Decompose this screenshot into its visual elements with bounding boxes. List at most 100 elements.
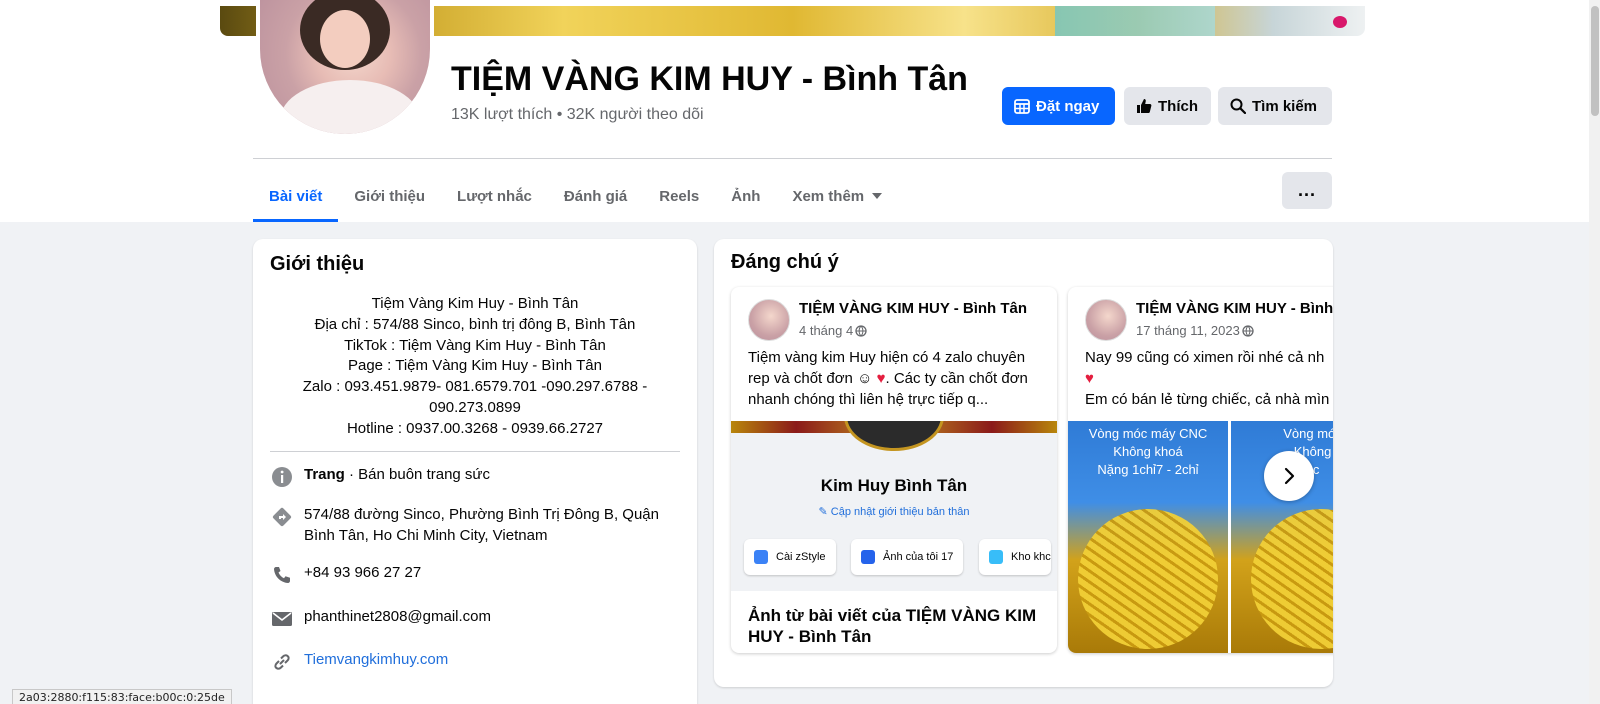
post-avatar[interactable]: [748, 299, 790, 341]
page-tabs: Bài viết Giới thiệu Lượt nhắc Đánh giá R…: [253, 170, 898, 222]
page-title: TIỆM VÀNG KIM HUY - Bình Tân: [451, 60, 968, 98]
link-icon: [270, 650, 294, 674]
search-label: Tìm kiếm: [1252, 97, 1318, 115]
next-arrow-button[interactable]: [1264, 451, 1314, 501]
image-chip: Cài zStyle: [744, 539, 836, 575]
featured-post[interactable]: TIỆM VÀNG KIM HUY - Bình 17 tháng 11, 20…: [1068, 287, 1333, 653]
chevron-right-icon: [1284, 467, 1295, 485]
search-button[interactable]: Tìm kiếm: [1218, 87, 1332, 125]
phone-text: +84 93 966 27 27: [304, 564, 422, 581]
post-text[interactable]: Nay 99 cũng có ximen rồi nhé cả nh ♥ Em …: [1085, 348, 1333, 410]
bio-line: Hotline : 0937.00.3268 - 0939.66.2727: [346, 419, 604, 437]
box-icon: [989, 550, 1003, 564]
tab-label: Xem thêm: [792, 187, 865, 205]
book-now-button[interactable]: Đặt ngay: [1002, 87, 1115, 125]
tab-label: Bài viết: [269, 187, 323, 205]
tab-label: Ảnh: [731, 187, 761, 205]
image-chip-label: Ảnh của tôi 17: [883, 551, 954, 563]
website-link[interactable]: Tiemvangkimhuy.com: [304, 650, 448, 671]
address-row[interactable]: 574/88 đường Sinco, Phường Bình Trị Đông…: [270, 505, 680, 547]
page-header: TIỆM VÀNG KIM HUY - Bình Tân 13K lượt th…: [0, 0, 1589, 222]
tab-about[interactable]: Giới thiệu: [338, 170, 441, 222]
avatar-face: [320, 10, 370, 68]
book-now-label: Đặt ngay: [1036, 97, 1100, 115]
featured-post[interactable]: TIỆM VÀNG KIM HUY - Bình Tân 4 tháng 4 T…: [731, 287, 1057, 653]
intro-title: Giới thiệu: [270, 253, 365, 275]
calendar-icon: [1014, 99, 1030, 114]
globe-icon: [855, 324, 867, 337]
heart-emoji-icon: ♥: [1085, 369, 1094, 387]
address-text: 574/88 đường Sinco, Phường Bình Trị Đông…: [304, 506, 659, 544]
category-label: Trang: [304, 466, 345, 483]
tab-reels[interactable]: Reels: [643, 170, 715, 222]
search-icon: [1230, 98, 1246, 114]
post-date[interactable]: 4 tháng 4: [799, 323, 867, 338]
page-stats[interactable]: 13K lượt thích • 32K người theo dõi: [451, 106, 704, 124]
tab-see-more[interactable]: Xem thêm: [776, 170, 898, 222]
info-icon: [270, 465, 294, 489]
scrollbar-thumb[interactable]: [1591, 6, 1599, 116]
tab-label: Đánh giá: [563, 187, 628, 205]
email-text: phanthinet2808@gmail.com: [304, 608, 492, 625]
image-update-label: Cập nhật giới thiệu bản thân: [830, 506, 970, 518]
photo-icon: [861, 550, 875, 564]
like-button[interactable]: Thích: [1124, 87, 1211, 125]
image-profile-name: Kim Huy Bình Tân: [820, 476, 968, 495]
post-date-text: 17 tháng 11, 2023: [1136, 323, 1240, 338]
carousel-image[interactable]: Vòng móc máy CNC Không khoá Nặng 1chỉ7 -…: [1068, 421, 1228, 653]
email-row[interactable]: phanthinet2808@gmail.com: [270, 607, 680, 631]
avatar-dress: [280, 80, 420, 134]
phone-icon: [270, 563, 294, 587]
post-author[interactable]: TIỆM VÀNG KIM HUY - Bình: [1136, 300, 1333, 317]
post-date-text: 4 tháng 4: [799, 323, 854, 338]
image-logo: [844, 421, 944, 451]
category-value: · Bán buôn trang sức: [344, 466, 490, 483]
gold-bangles: [1078, 509, 1218, 649]
image-chip: Kho khc: [979, 539, 1051, 575]
tab-label: Giới thiệu: [354, 187, 426, 205]
email-icon: [270, 607, 294, 631]
header-divider: [253, 158, 1332, 159]
status-bar-url: 2a03:2880:f115:83:face:b00c:0:25de: [12, 689, 232, 704]
featured-title: Đáng chú ý: [731, 251, 839, 273]
category-row: Trang · Bán buôn trang sức: [270, 465, 680, 489]
post-image-carousel[interactable]: Vòng móc máy CNC Không khoá Nặng 1chỉ7 -…: [1068, 421, 1333, 653]
tab-reviews[interactable]: Đánh giá: [548, 170, 643, 222]
post-image[interactable]: Kim Huy Bình Tân ✎ Cập nhật giới thiệu b…: [731, 421, 1057, 591]
profile-picture[interactable]: [256, 0, 434, 138]
intro-bio: Tiệm Vàng Kim Huy - Bình Tân Địa chỉ : 5…: [270, 294, 680, 440]
palette-icon: [754, 550, 768, 564]
directions-icon: [270, 505, 294, 529]
post-author[interactable]: TIỆM VÀNG KIM HUY - Bình Tân: [799, 300, 1027, 317]
post-avatar[interactable]: [1085, 299, 1127, 341]
intro-card: Giới thiệu Tiệm Vàng Kim Huy - Bình Tân …: [253, 239, 697, 704]
bio-line: TikTok : Tiệm Vàng Kim Huy - Bình Tân: [344, 336, 606, 354]
tab-posts[interactable]: Bài viết: [253, 170, 339, 222]
post-text[interactable]: Tiệm vàng kim Huy hiện có 4 zalo chuyên …: [748, 348, 1048, 410]
featured-card: Đáng chú ý TIỆM VÀNG KIM HUY - Bình Tân …: [714, 239, 1333, 687]
tab-photos[interactable]: Ảnh: [715, 170, 776, 222]
tab-mentions[interactable]: Lượt nhắc: [441, 170, 548, 222]
thumbs-up-icon: [1137, 99, 1152, 113]
bio-line: Page : Tiệm Vàng Kim Huy - Bình Tân: [347, 357, 602, 375]
tab-label: Lượt nhắc: [457, 187, 532, 205]
cover-gem: [1333, 16, 1347, 28]
globe-icon: [1242, 324, 1254, 337]
intro-divider: [270, 451, 680, 452]
post-caption[interactable]: Ảnh từ bài viết của TIỆM VÀNG KIM HUY - …: [748, 605, 1048, 647]
like-label: Thích: [1158, 97, 1198, 115]
bio-line: 090.273.0899: [429, 398, 521, 416]
image-chip-label: Cài zStyle: [776, 551, 826, 563]
cover-detail: [1055, 6, 1215, 36]
post-text-part: Em có bán lẻ từng chiếc, cả nhà mìn: [1085, 390, 1330, 408]
more-options-button[interactable]: ...: [1282, 172, 1332, 209]
website-row: Tiemvangkimhuy.com: [270, 650, 680, 674]
post-date[interactable]: 17 tháng 11, 2023: [1136, 323, 1254, 338]
bio-line: Zalo : 093.451.9879- 081.6579.701 -090.2…: [302, 378, 648, 396]
image-chip-label: Kho khc: [1011, 551, 1051, 563]
tab-label: Reels: [659, 187, 700, 205]
gold-bangles: [1251, 509, 1333, 649]
smile-emoji-icon: ☺: [857, 369, 873, 387]
post-text-part: Nay 99 cũng có ximen rồi nhé cả nh: [1085, 349, 1325, 366]
caret-down-icon: [872, 193, 883, 199]
